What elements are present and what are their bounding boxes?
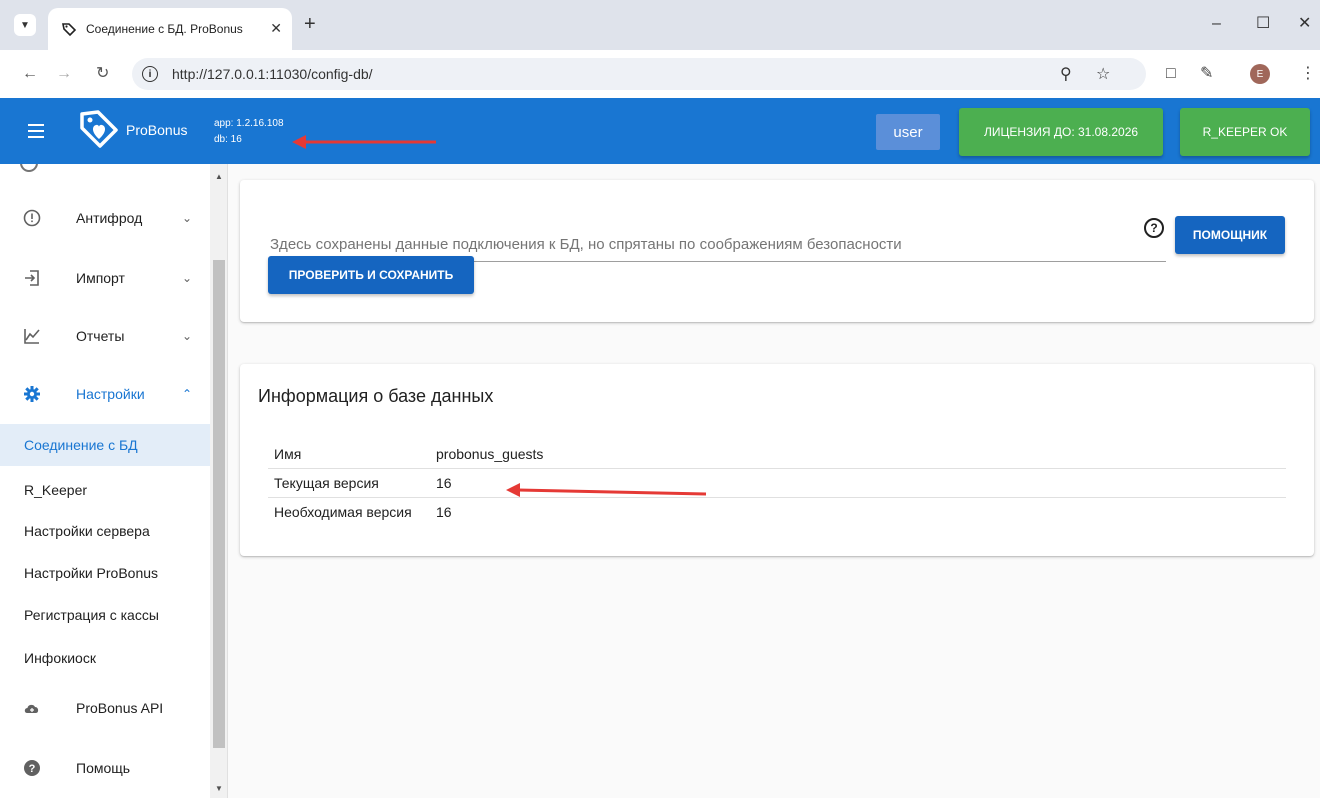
row-key: Имя: [274, 446, 302, 462]
brand-name: ProBonus: [126, 122, 188, 138]
profile-avatar[interactable]: E: [1250, 64, 1270, 84]
sidebar-item-help[interactable]: ? Помощь: [0, 748, 210, 788]
bookmark-star-icon[interactable]: ☆: [1096, 64, 1110, 84]
sidebar-subitem-pos-registration[interactable]: Регистрация с кассы: [0, 594, 210, 636]
maximize-icon[interactable]: ☐: [1256, 14, 1270, 34]
db-info-title: Информация о базе данных: [258, 386, 494, 406]
sidebar-item-label: Импорт: [76, 270, 125, 286]
import-icon: [22, 269, 42, 287]
help-circle-icon[interactable]: ?: [1144, 218, 1164, 238]
sidebar-item-label: Помощь: [76, 760, 131, 776]
version-info: app: 1.2.16.108 db: 16: [214, 116, 284, 148]
rkeeper-status-button[interactable]: R_KEEPER OK: [1180, 108, 1310, 156]
browser-toolbar: ← → ↻ i http://127.0.0.1:11030/config-db…: [0, 50, 1320, 98]
app-version: app: 1.2.16.108: [214, 118, 284, 129]
url-text: http://127.0.0.1:11030/config-db/: [172, 66, 373, 82]
chart-icon: [22, 327, 42, 345]
browser-tabbar: ▼ Соединение с БД. ProBonus ✕ + – ☐ ✕: [0, 0, 1320, 50]
reload-icon[interactable]: ↻: [96, 64, 109, 84]
annotation-arrow-db-version: [292, 135, 436, 149]
table-row: Текущая версия 16: [268, 469, 1286, 498]
extensions-icon[interactable]: ✎: [1200, 64, 1213, 84]
tab-title: Соединение с БД. ProBonus: [86, 22, 243, 36]
minimize-icon[interactable]: –: [1212, 14, 1221, 34]
back-icon[interactable]: ←: [22, 64, 38, 84]
sidebar-item-settings[interactable]: Настройки ⌃: [0, 374, 210, 414]
scroll-up-icon[interactable]: ▲: [215, 172, 223, 181]
forward-icon[interactable]: →: [56, 64, 72, 84]
address-bar[interactable]: i http://127.0.0.1:11030/config-db/ ⚲ ☆: [132, 58, 1146, 90]
tab-close-icon[interactable]: ✕: [270, 20, 282, 37]
sidebar-item-reports[interactable]: Отчеты ⌄: [0, 316, 210, 356]
license-button[interactable]: ЛИЦЕНЗИЯ ДО: 31.08.2026: [959, 108, 1163, 156]
sidebar-subitem-probonus-settings[interactable]: Настройки ProBonus: [0, 552, 210, 594]
user-button[interactable]: user: [876, 114, 940, 150]
browser-menu-icon[interactable]: ⋮: [1300, 64, 1316, 84]
window-close-icon[interactable]: ✕: [1298, 14, 1311, 34]
browser-tab[interactable]: Соединение с БД. ProBonus ✕: [48, 8, 292, 50]
sidebar-subitem-rkeeper[interactable]: R_Keeper: [0, 469, 210, 511]
alert-circle-icon: [22, 209, 42, 227]
help-icon: ?: [22, 759, 42, 777]
tag-icon: [60, 20, 78, 38]
chevron-up-icon: ⌃: [182, 387, 193, 401]
sidebar-item-label: Настройки: [76, 386, 145, 402]
check-and-save-button[interactable]: ПРОВЕРИТЬ И СОХРАНИТЬ: [268, 256, 474, 294]
chevron-down-icon: ⌄: [182, 211, 193, 225]
row-key: Необходимая версия: [274, 504, 412, 520]
screenshot-icon[interactable]: □: [1166, 64, 1176, 84]
partial-icon: [20, 164, 38, 172]
menu-icon[interactable]: [28, 124, 44, 142]
sidebar-subitem-infokiosk[interactable]: Инфокиоск: [0, 637, 210, 679]
sidebar-item-label: Антифрод: [76, 210, 143, 226]
row-value: probonus_guests: [436, 446, 544, 462]
table-row: Имя probonus_guests: [268, 440, 1286, 469]
gear-icon: [22, 385, 42, 403]
connection-card: Здесь сохранены данные подключения к БД,…: [240, 180, 1314, 322]
sidebar-item-api[interactable]: ProBonus API: [0, 688, 210, 728]
db-version: db: 16: [214, 134, 242, 145]
password-key-icon[interactable]: ⚲: [1060, 64, 1072, 84]
sidebar-item-label: ProBonus API: [76, 700, 164, 716]
sidebar-item-antifraud[interactable]: Антифрод ⌄: [0, 198, 210, 238]
chevron-down-icon: ⌄: [182, 329, 193, 343]
annotation-arrow-current-version: [506, 483, 707, 497]
sidebar-subitem-db-connection[interactable]: Соединение с БД: [0, 424, 210, 466]
db-info-table: Имя probonus_guests Текущая версия 16 Не…: [268, 440, 1286, 527]
sidebar-item-label: Отчеты: [76, 328, 125, 344]
row-value: 16: [436, 504, 452, 520]
sidebar-scrollbar[interactable]: ▲ ▼: [210, 164, 227, 798]
assistant-button[interactable]: ПОМОЩНИК: [1175, 216, 1285, 254]
new-tab-icon[interactable]: +: [304, 14, 316, 34]
sidebar-item-import[interactable]: Импорт ⌄: [0, 258, 210, 298]
tab-search-button[interactable]: ▼: [14, 14, 36, 36]
chevron-down-icon: ⌄: [182, 271, 193, 285]
row-key: Текущая версия: [274, 475, 379, 491]
svg-text:?: ?: [29, 763, 36, 775]
probonus-logo-icon: [78, 108, 120, 150]
db-info-card: Информация о базе данных Имя probonus_gu…: [240, 364, 1314, 556]
sidebar: Антифрод ⌄ Импорт ⌄ Отчеты ⌄ Настройки ⌃…: [0, 164, 228, 798]
main-content: Здесь сохранены данные подключения к БД,…: [228, 164, 1320, 798]
table-row: Необходимая версия 16: [268, 498, 1286, 527]
scroll-down-icon[interactable]: ▼: [215, 784, 223, 793]
scrollbar-thumb[interactable]: [213, 260, 225, 748]
sidebar-subitem-server-settings[interactable]: Настройки сервера: [0, 510, 210, 552]
cloud-icon: [22, 699, 42, 717]
db-connection-placeholder: Здесь сохранены данные подключения к БД,…: [270, 236, 902, 253]
app-header: ProBonus app: 1.2.16.108 db: 16 user ЛИЦ…: [0, 98, 1320, 164]
row-value: 16: [436, 475, 452, 491]
site-info-icon[interactable]: i: [142, 66, 158, 82]
